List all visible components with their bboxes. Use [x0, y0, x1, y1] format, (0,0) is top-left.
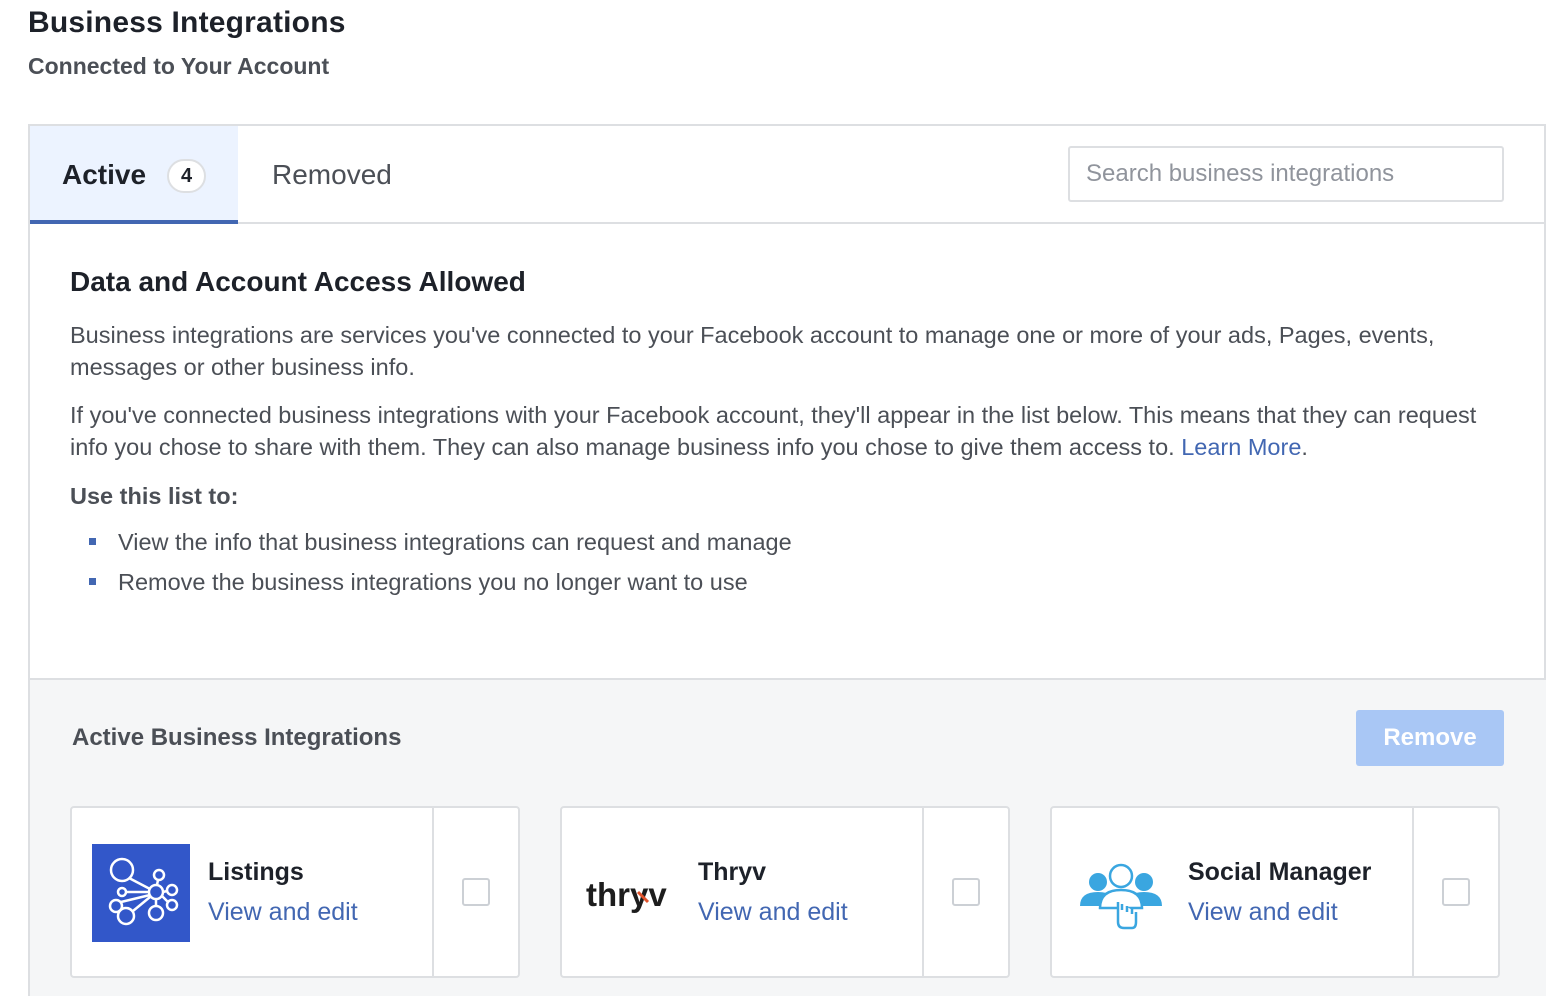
integration-card-thryv: thryv Thryv View and edit: [560, 806, 1010, 978]
active-integrations-title: Active Business Integrations: [72, 724, 402, 751]
use-list-title: Use this list to:: [70, 483, 239, 509]
use-list: View the info that business integrations…: [70, 522, 1510, 602]
card-divider: [1412, 808, 1414, 976]
active-count-badge: 4: [167, 159, 206, 193]
tab-active[interactable]: Active 4: [30, 126, 238, 224]
info-title: Data and Account Access Allowed: [70, 266, 526, 297]
info-section: Data and Account Access Allowed Business…: [70, 266, 1510, 602]
bullet-icon: [89, 538, 96, 545]
list-item: Remove the business integrations you no …: [70, 562, 1510, 602]
view-and-edit-link[interactable]: View and edit: [698, 898, 848, 927]
card-divider: [922, 808, 924, 976]
select-checkbox[interactable]: [462, 878, 490, 906]
integration-name: Social Manager: [1188, 858, 1372, 886]
select-checkbox[interactable]: [952, 878, 980, 906]
learn-more-link[interactable]: Learn More: [1181, 434, 1301, 460]
bullet-icon: [89, 578, 96, 585]
view-and-edit-link[interactable]: View and edit: [208, 898, 358, 927]
list-item-text: View the info that business integrations…: [118, 529, 792, 555]
integration-name: Thryv: [698, 858, 767, 886]
info-paragraph-2-period: .: [1301, 434, 1308, 460]
thryv-logo: thryv: [580, 844, 690, 942]
integration-card-listings: Listings View and edit: [70, 806, 520, 978]
integrations-panel: Active 4 Removed Data and Account Access…: [28, 124, 1546, 996]
integration-card-social-manager: Social Manager View and edit: [1050, 806, 1500, 978]
listings-network-icon: [92, 844, 190, 942]
social-manager-people-icon: [1072, 844, 1170, 942]
select-checkbox[interactable]: [1442, 878, 1470, 906]
view-and-edit-link[interactable]: View and edit: [1188, 898, 1338, 927]
search-input[interactable]: [1068, 146, 1504, 202]
list-item: View the info that business integrations…: [70, 522, 1510, 562]
page-subtitle: Connected to Your Account: [28, 53, 330, 79]
page-title: Business Integrations: [28, 6, 346, 39]
remove-button[interactable]: Remove: [1356, 710, 1504, 766]
card-divider: [432, 808, 434, 976]
list-item-text: Remove the business integrations you no …: [118, 569, 748, 595]
integration-name: Listings: [208, 858, 304, 886]
tab-removed[interactable]: Removed: [272, 159, 392, 191]
active-integrations-section: Active Business Integrations Remove List…: [30, 678, 1546, 996]
tab-bar: Active 4 Removed: [30, 126, 1546, 224]
tab-active-label: Active: [62, 159, 147, 190]
info-paragraph-1: Business integrations are services you'v…: [70, 322, 1435, 380]
thryv-logo-text: thryv: [586, 876, 667, 913]
info-paragraph-2: If you've connected business integration…: [70, 399, 1510, 463]
